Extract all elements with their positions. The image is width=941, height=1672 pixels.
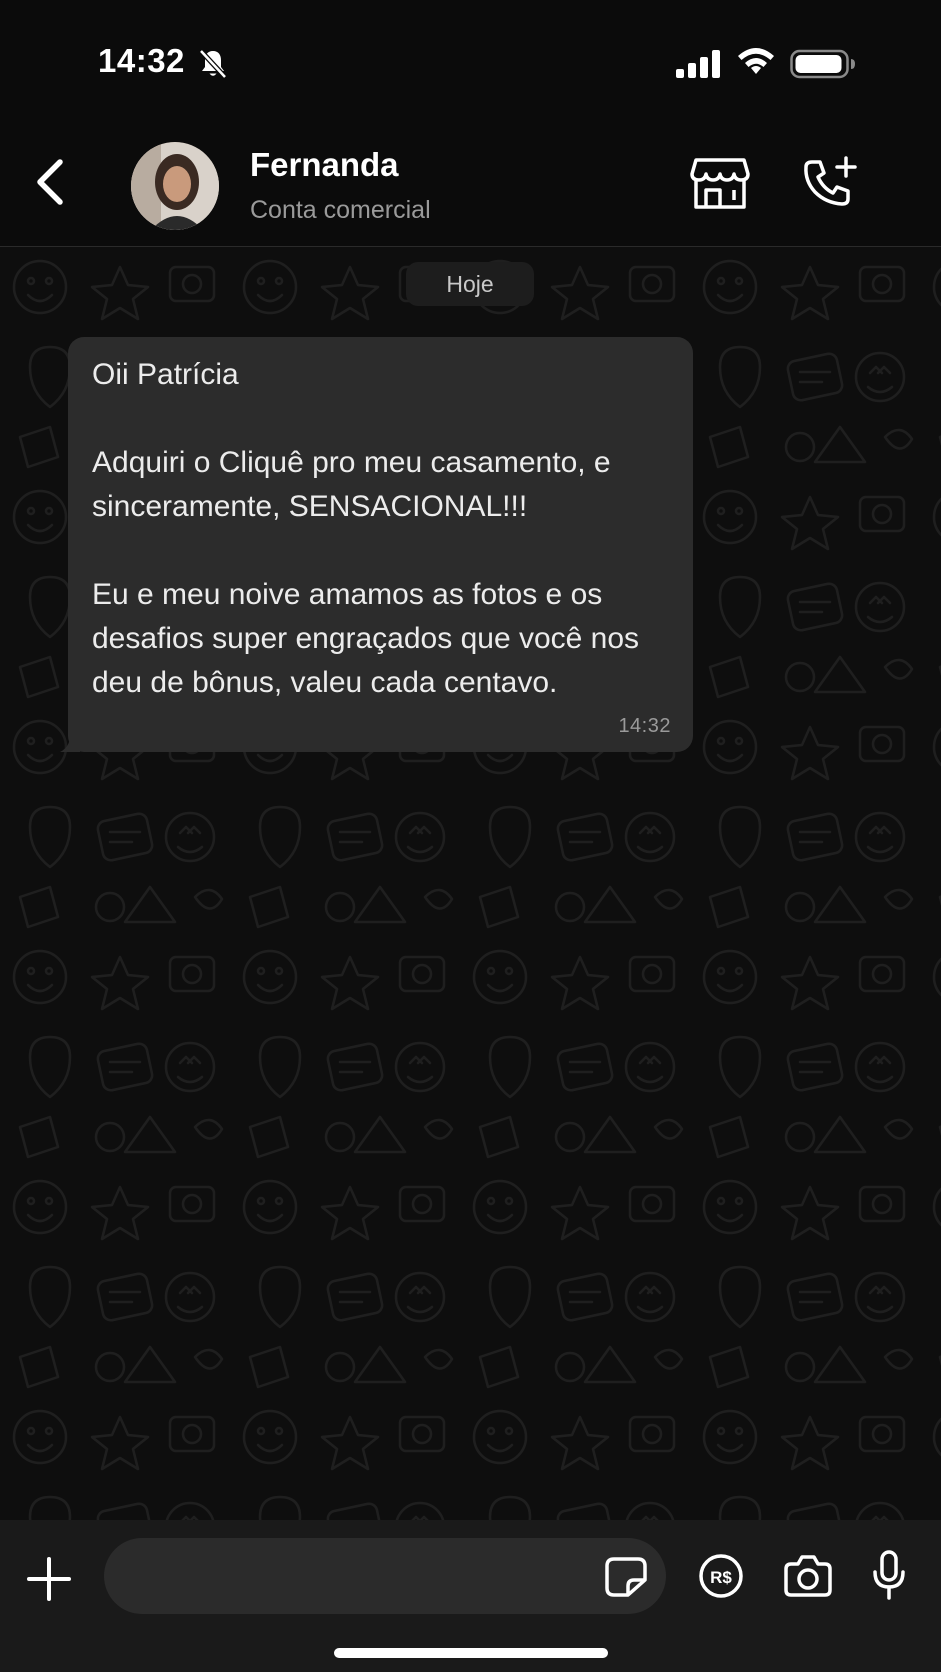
home-indicator[interactable] <box>334 1648 608 1658</box>
chat-header: Fernanda Conta comercial <box>0 120 941 247</box>
sticker-icon <box>605 1557 647 1597</box>
attach-button[interactable] <box>26 1556 72 1602</box>
camera-icon <box>784 1555 832 1597</box>
add-call-button[interactable] <box>800 154 860 210</box>
catalog-button[interactable] <box>690 156 750 210</box>
svg-text:R$: R$ <box>710 1568 732 1587</box>
signal-icon <box>676 50 720 78</box>
contact-name[interactable]: Fernanda <box>250 146 399 184</box>
chat-area[interactable]: Hoje Oii Patrícia Adquiri o Cliquê pro m… <box>0 247 941 1520</box>
camera-button[interactable] <box>783 1554 833 1598</box>
back-button[interactable] <box>28 150 76 214</box>
avatar[interactable] <box>131 142 219 230</box>
microphone-icon <box>873 1550 905 1600</box>
payment-button[interactable]: R$ <box>698 1553 744 1599</box>
bubble-tail <box>60 730 80 752</box>
voice-message-button[interactable] <box>872 1550 906 1600</box>
bell-slash-icon <box>199 49 227 79</box>
chevron-left-icon <box>37 159 63 205</box>
message-text: Oii Patrícia Adquiri o Cliquê pro meu ca… <box>92 358 640 699</box>
incoming-message-bubble[interactable]: Oii Patrícia Adquiri o Cliquê pro meu ca… <box>60 337 693 752</box>
date-separator: Hoje <box>406 262 534 306</box>
message-timestamp: 14:32 <box>618 715 671 737</box>
contact-subtitle[interactable]: Conta comercial <box>250 196 431 225</box>
avatar-image <box>131 142 219 230</box>
status-bar: 14:32 <box>0 0 941 120</box>
phone-plus-icon <box>804 156 857 206</box>
sticker-button[interactable] <box>604 1556 648 1598</box>
plus-icon <box>27 1557 71 1601</box>
payment-icon: R$ <box>699 1554 743 1598</box>
message-input[interactable] <box>104 1538 666 1614</box>
battery-icon <box>790 49 855 79</box>
status-time: 14:32 <box>98 42 185 79</box>
wifi-icon <box>738 48 774 74</box>
storefront-icon <box>690 158 750 209</box>
